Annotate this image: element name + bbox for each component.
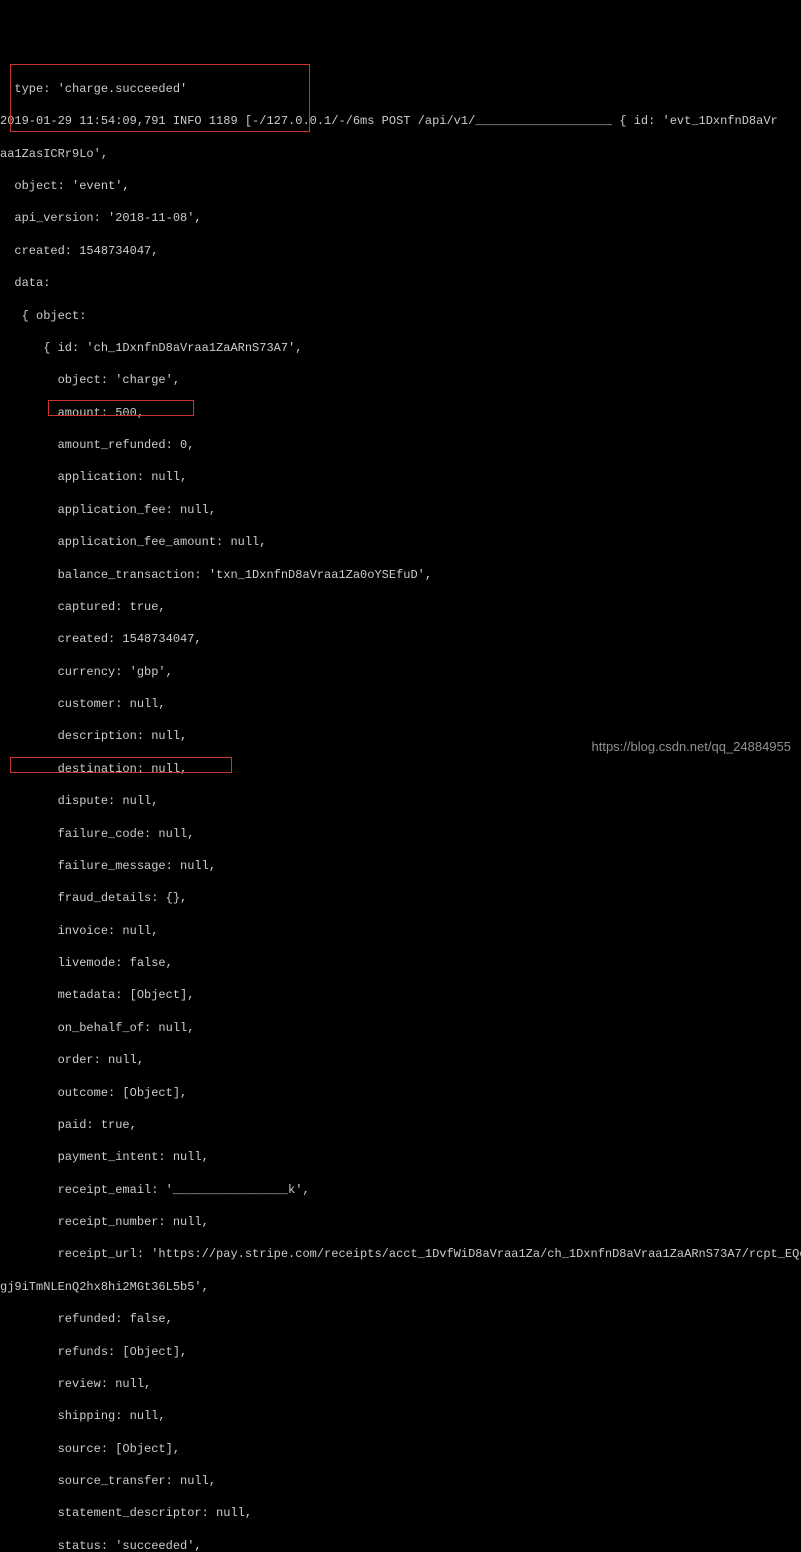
log-line: on_behalf_of: null, [0, 1020, 801, 1036]
log-line: amount_refunded: 0, [0, 437, 801, 453]
log-line: amount: 500, [0, 405, 801, 421]
log-line: destination: null, [0, 761, 801, 777]
log-line: paid: true, [0, 1117, 801, 1133]
log-line: currency: 'gbp', [0, 664, 801, 680]
log-line: application_fee: null, [0, 502, 801, 518]
log-line: review: null, [0, 1376, 801, 1392]
log-line: { object: [0, 308, 801, 324]
log-line: source: [Object], [0, 1441, 801, 1457]
log-line: statement_descriptor: null, [0, 1505, 801, 1521]
log-line: receipt_email: '________________k', [0, 1182, 801, 1198]
log-line: receipt_url: 'https://pay.stripe.com/rec… [0, 1246, 801, 1262]
log-line: application_fee_amount: null, [0, 534, 801, 550]
log-line: captured: true, [0, 599, 801, 615]
log-line: status: 'succeeded', [0, 1538, 801, 1552]
log-line: outcome: [Object], [0, 1085, 801, 1101]
watermark-text: https://blog.csdn.net/qq_24884955 [592, 738, 792, 756]
log-line: order: null, [0, 1052, 801, 1068]
log-line: dispute: null, [0, 793, 801, 809]
log-line: { id: 'ch_1DxnfnD8aVraa1ZaARnS73A7', [0, 340, 801, 356]
log-line: application: null, [0, 469, 801, 485]
log-line: gj9iTmNLEnQ2hx8hi2MGt36L5b5', [0, 1279, 801, 1295]
log-line: balance_transaction: 'txn_1DxnfnD8aVraa1… [0, 567, 801, 583]
log-line: fraud_details: {}, [0, 890, 801, 906]
log-line: shipping: null, [0, 1408, 801, 1424]
log-line: 2019-01-29 11:54:09,791 INFO 1189 [-/127… [0, 113, 801, 129]
terminal-output: type: 'charge.succeeded' 2019-01-29 11:5… [0, 65, 801, 1552]
log-line: metadata: [Object], [0, 987, 801, 1003]
log-line: refunds: [Object], [0, 1344, 801, 1360]
log-line: type: 'charge.succeeded' [0, 81, 801, 97]
log-line: created: 1548734047, [0, 631, 801, 647]
log-line: failure_message: null, [0, 858, 801, 874]
log-line: livemode: false, [0, 955, 801, 971]
log-line: invoice: null, [0, 923, 801, 939]
log-line: aa1ZasICRr9Lo', [0, 146, 801, 162]
log-line: source_transfer: null, [0, 1473, 801, 1489]
log-line: object: 'event', [0, 178, 801, 194]
log-line: data: [0, 275, 801, 291]
log-line: created: 1548734047, [0, 243, 801, 259]
log-line: api_version: '2018-11-08', [0, 210, 801, 226]
log-line: object: 'charge', [0, 372, 801, 388]
log-line: refunded: false, [0, 1311, 801, 1327]
log-line: customer: null, [0, 696, 801, 712]
log-line: failure_code: null, [0, 826, 801, 842]
log-line: receipt_number: null, [0, 1214, 801, 1230]
log-line: payment_intent: null, [0, 1149, 801, 1165]
